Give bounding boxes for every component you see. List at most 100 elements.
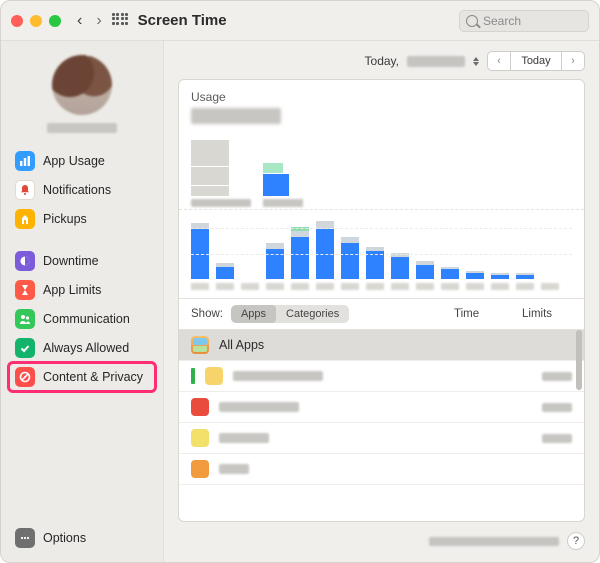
usage-bar-chart bbox=[179, 209, 584, 283]
sidebar-item-notifications[interactable]: Notifications bbox=[9, 176, 155, 204]
next-day-button[interactable]: › bbox=[562, 52, 584, 70]
chart-bar bbox=[266, 243, 284, 279]
traffic-lights bbox=[11, 15, 61, 27]
close-window-button[interactable] bbox=[11, 15, 23, 27]
window-toolbar: ‹ › Screen Time Search bbox=[1, 1, 599, 41]
usage-chart-xaxis bbox=[179, 283, 584, 298]
sidebar: App Usage Notifications Pickups bbox=[1, 41, 164, 562]
zoom-window-button[interactable] bbox=[49, 15, 61, 27]
sidebar-item-app-usage[interactable]: App Usage bbox=[9, 147, 155, 175]
sidebar-item-label: App Limits bbox=[43, 283, 101, 297]
minimize-window-button[interactable] bbox=[30, 15, 42, 27]
bell-icon bbox=[15, 180, 35, 200]
show-seg-apps[interactable]: Apps bbox=[231, 305, 276, 323]
last-updated-redacted bbox=[429, 537, 559, 546]
total-usage-redacted bbox=[191, 108, 281, 124]
scrollbar-thumb[interactable] bbox=[576, 330, 582, 390]
app-time-redacted bbox=[542, 403, 572, 412]
sidebar-item-content-privacy[interactable]: Content & Privacy bbox=[9, 363, 155, 391]
account-header[interactable] bbox=[9, 55, 155, 133]
sidebar-item-label: Notifications bbox=[43, 183, 111, 197]
column-time: Time bbox=[454, 308, 514, 320]
communication-icon bbox=[15, 309, 35, 329]
app-name-redacted bbox=[219, 433, 269, 443]
chart-bar bbox=[416, 261, 434, 279]
sidebar-item-always-allowed[interactable]: Always Allowed bbox=[9, 334, 155, 362]
moon-icon bbox=[15, 251, 35, 271]
today-button[interactable]: Today bbox=[510, 52, 562, 70]
account-name-redacted bbox=[47, 123, 117, 133]
ellipsis-icon bbox=[15, 528, 35, 548]
back-button[interactable]: ‹ bbox=[77, 12, 82, 30]
list-row[interactable] bbox=[179, 361, 584, 392]
sidebar-item-label: Pickups bbox=[43, 212, 87, 226]
column-limits: Limits bbox=[522, 308, 572, 320]
footer: ? bbox=[178, 530, 585, 550]
all-apps-icon bbox=[191, 336, 209, 354]
all-preferences-icon[interactable] bbox=[112, 13, 128, 29]
app-time-redacted bbox=[542, 434, 572, 443]
chart-bar bbox=[366, 247, 384, 279]
prev-day-button[interactable]: ‹ bbox=[488, 52, 510, 70]
chart-bar bbox=[291, 227, 309, 279]
category-dot bbox=[191, 368, 195, 384]
screen-time-window: ‹ › Screen Time Search App Us bbox=[0, 0, 600, 563]
app-icon bbox=[191, 429, 209, 447]
usage-section-title: Usage bbox=[191, 90, 572, 104]
sidebar-item-pickups[interactable]: Pickups bbox=[9, 205, 155, 233]
legend-stack bbox=[191, 140, 251, 207]
show-segmented-control: Apps Categories bbox=[231, 305, 349, 323]
chart-bar bbox=[516, 273, 534, 279]
usage-legend bbox=[179, 130, 584, 209]
chart-bar bbox=[391, 253, 409, 279]
current-date-redacted bbox=[407, 56, 465, 67]
list-row[interactable] bbox=[179, 423, 584, 454]
show-filter-row: Show: Apps Categories Time Limits bbox=[179, 298, 584, 330]
sidebar-item-options[interactable]: Options bbox=[9, 524, 155, 552]
sidebar-item-communication[interactable]: Communication bbox=[9, 305, 155, 333]
usage-panel: Usage Show: Apps bbox=[178, 79, 585, 522]
show-seg-categories[interactable]: Categories bbox=[276, 305, 349, 323]
chart-bar bbox=[466, 271, 484, 279]
search-placeholder: Search bbox=[483, 14, 521, 28]
sidebar-item-downtime[interactable]: Downtime bbox=[9, 247, 155, 275]
pickups-icon bbox=[15, 209, 35, 229]
search-icon bbox=[466, 15, 478, 27]
app-icon bbox=[191, 398, 209, 416]
checkmark-icon bbox=[15, 338, 35, 358]
chart-bar bbox=[341, 237, 359, 279]
forward-button[interactable]: › bbox=[96, 12, 101, 30]
app-time-redacted bbox=[542, 372, 572, 381]
chart-bar bbox=[316, 221, 334, 279]
app-list: All Apps bbox=[179, 330, 584, 521]
chart-bar-icon bbox=[15, 151, 35, 171]
chart-bar bbox=[491, 273, 509, 279]
sidebar-item-label: Content & Privacy bbox=[43, 370, 143, 384]
avatar bbox=[52, 55, 112, 115]
list-row-all-apps[interactable]: All Apps bbox=[179, 330, 584, 361]
sidebar-item-label: Always Allowed bbox=[43, 341, 129, 355]
main-content: Today, ‹ Today › Usage bbox=[164, 41, 599, 562]
hourglass-icon bbox=[15, 280, 35, 300]
no-entry-icon bbox=[15, 367, 35, 387]
date-label-prefix: Today, bbox=[365, 54, 399, 68]
sidebar-item-label: Communication bbox=[43, 312, 130, 326]
list-row[interactable] bbox=[179, 454, 584, 485]
chart-bar bbox=[441, 267, 459, 279]
chart-bar bbox=[191, 223, 209, 279]
app-name-redacted bbox=[219, 402, 299, 412]
legend-colour bbox=[263, 163, 303, 207]
search-field[interactable]: Search bbox=[459, 10, 589, 32]
sidebar-item-label: Downtime bbox=[43, 254, 99, 268]
window-title: Screen Time bbox=[138, 12, 227, 29]
show-label: Show: bbox=[191, 308, 223, 320]
sidebar-group-activity: App Usage Notifications Pickups bbox=[9, 147, 155, 233]
date-segmented-control: ‹ Today › bbox=[487, 51, 585, 71]
help-button[interactable]: ? bbox=[567, 532, 585, 550]
sidebar-item-app-limits[interactable]: App Limits bbox=[9, 276, 155, 304]
list-row[interactable] bbox=[179, 392, 584, 423]
chart-bar bbox=[216, 263, 234, 279]
nav-arrows: ‹ › bbox=[77, 12, 102, 30]
app-name-redacted bbox=[233, 371, 323, 381]
date-stepper[interactable] bbox=[473, 57, 479, 66]
